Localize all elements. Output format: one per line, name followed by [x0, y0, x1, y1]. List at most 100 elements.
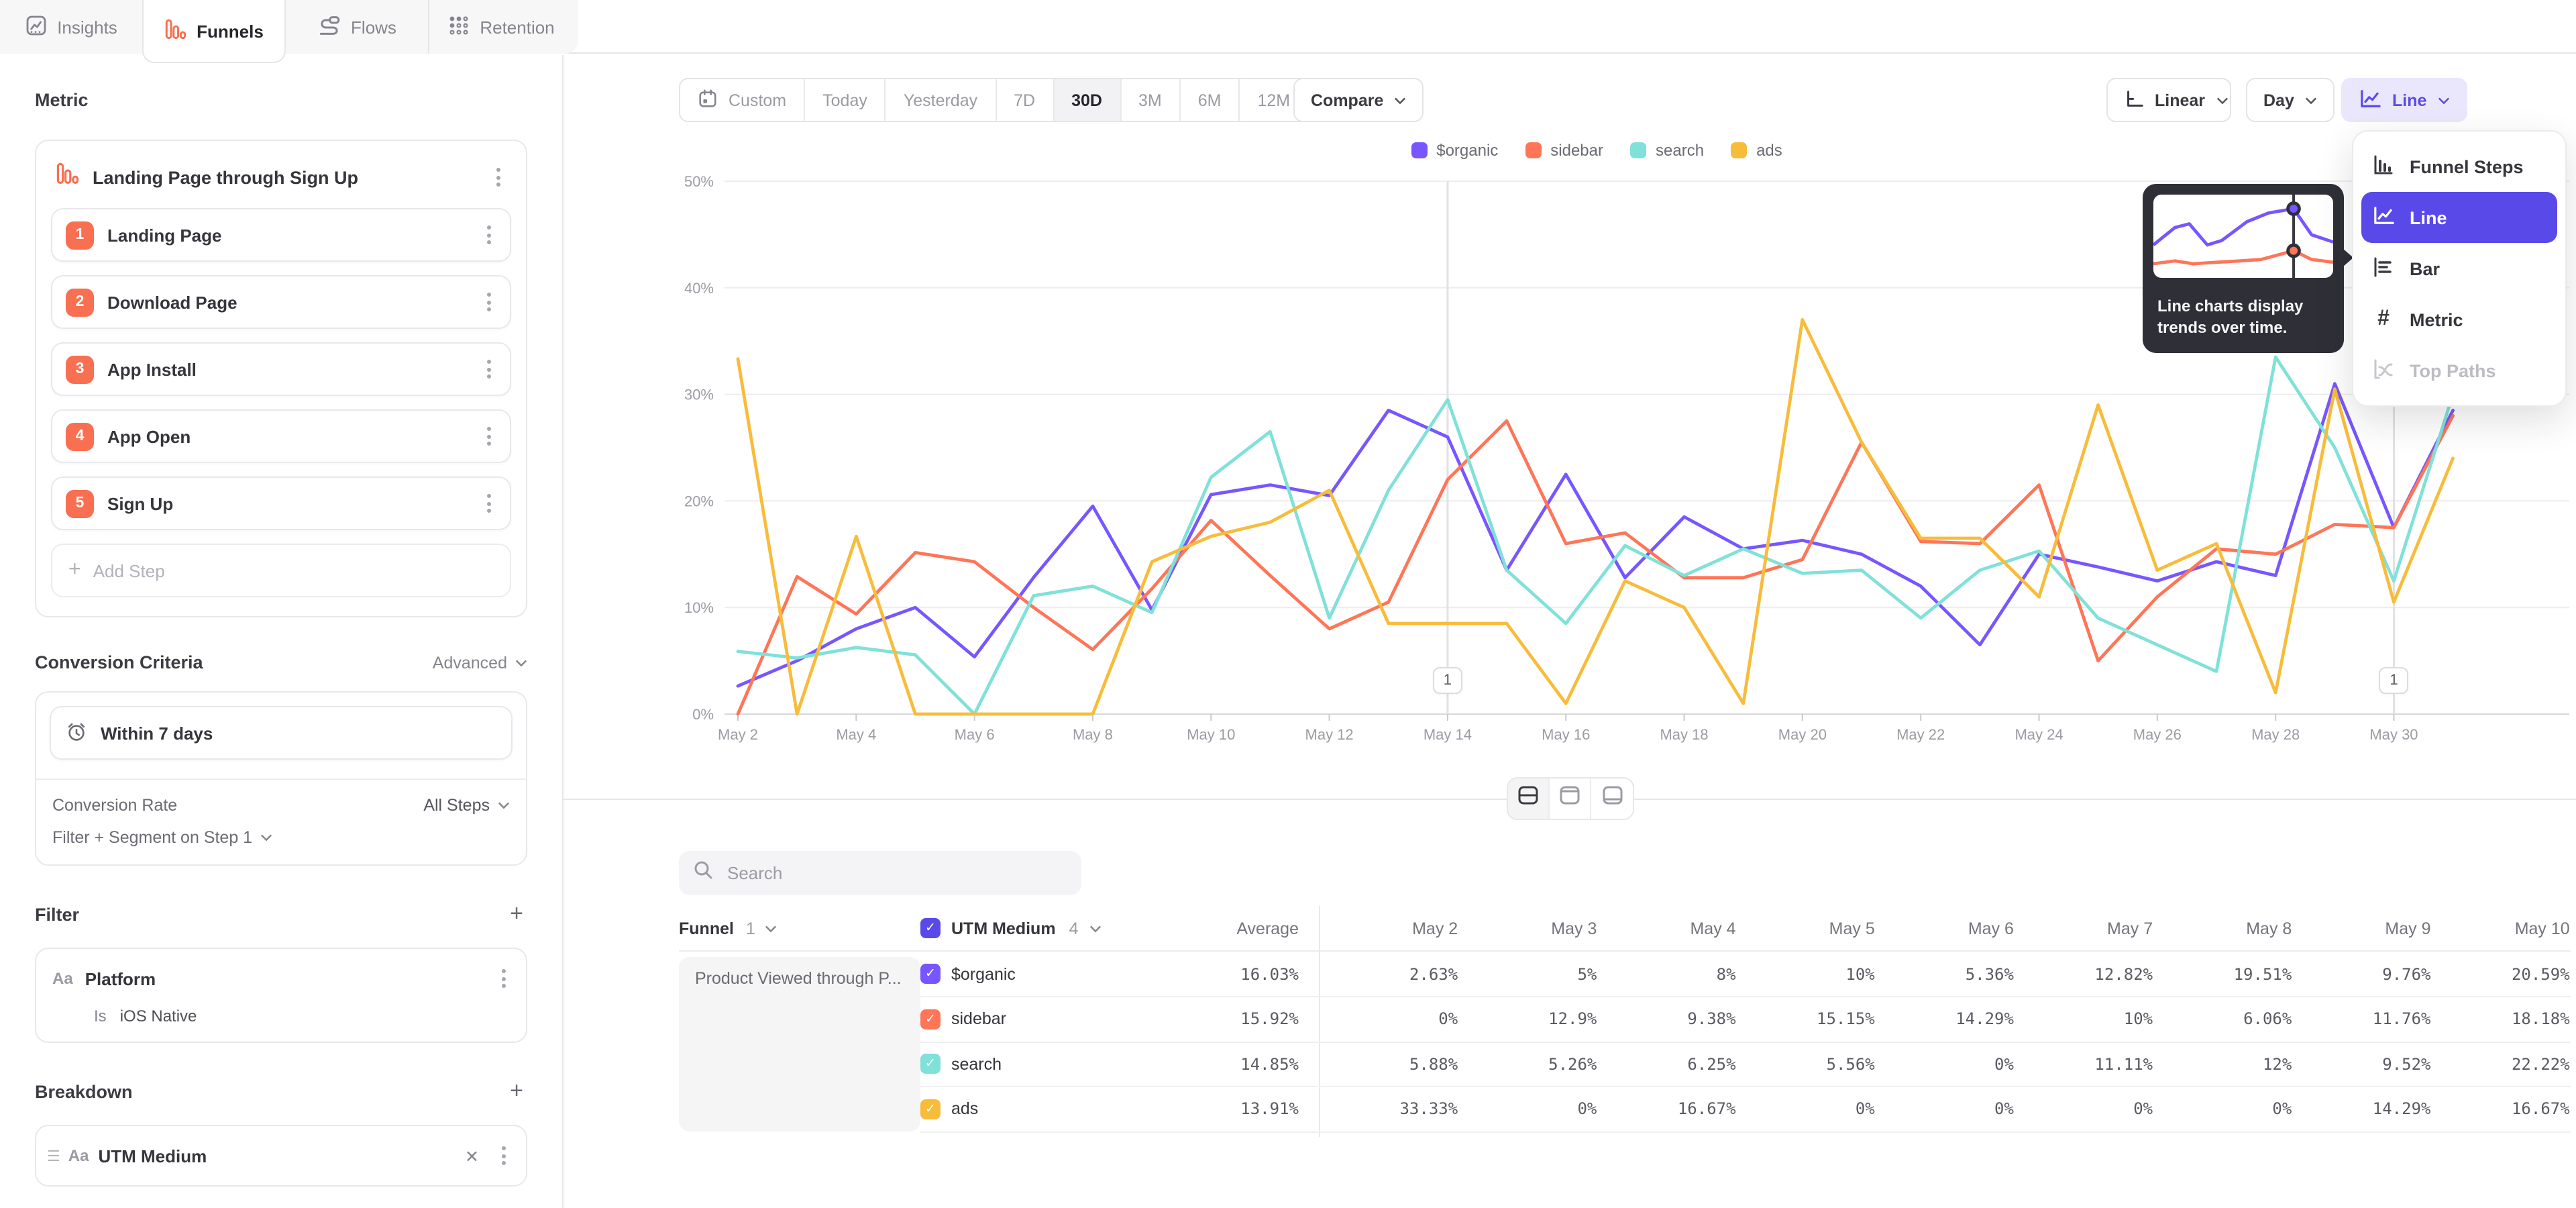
table-only-view-button[interactable]: [1591, 778, 1633, 819]
chart-only-view-icon: [1559, 785, 1580, 812]
series-line-ads[interactable]: [738, 319, 2453, 714]
filter-segment-dropdown[interactable]: Filter + Segment on Step 1: [52, 828, 510, 847]
split-view-button[interactable]: [1508, 778, 1550, 819]
select-all-checkbox[interactable]: ✓: [920, 918, 941, 938]
chart-type-dropdown[interactable]: Line: [2341, 78, 2467, 122]
menu-item-label: Top Paths: [2410, 360, 2496, 381]
breakdown-property-name[interactable]: UTM Medium: [98, 1146, 447, 1166]
legend-item[interactable]: sidebar: [1525, 141, 1603, 160]
day-column-header[interactable]: May 3: [1458, 919, 1597, 938]
funnel-step-row[interactable]: 2Download Page: [51, 275, 511, 329]
table-row[interactable]: ✓ads13.91%33.33%0%16.67%0%0%0%0%14.29%16…: [920, 1087, 2571, 1132]
day-value-cell: 12.9%: [1458, 1010, 1597, 1029]
step-kebab-menu[interactable]: [482, 489, 496, 518]
tab-flows[interactable]: Flows: [286, 0, 429, 54]
legend-item[interactable]: search: [1630, 141, 1704, 160]
step-kebab-menu[interactable]: [482, 287, 496, 317]
table-search[interactable]: [679, 851, 1081, 895]
day-value-cell: 9.52%: [2292, 1055, 2430, 1074]
filter-value[interactable]: iOS Native: [120, 1007, 197, 1025]
step-kebab-menu[interactable]: [482, 220, 496, 250]
metric-card-header[interactable]: Landing Page through Sign Up: [51, 154, 511, 208]
row-series-cell: ✓sidebar: [920, 1009, 1148, 1029]
day-column-header[interactable]: May 5: [1736, 919, 1875, 938]
interval-dropdown[interactable]: Day: [2246, 78, 2334, 122]
tab-funnels[interactable]: Funnels: [142, 0, 286, 63]
scale-dropdown[interactable]: Linear: [2106, 78, 2231, 122]
tab-insights[interactable]: Insights: [0, 0, 144, 54]
funnel-step-row[interactable]: 5Sign Up: [51, 476, 511, 530]
range-30d[interactable]: 30D: [1054, 79, 1121, 121]
annotation-badge[interactable]: 1: [1433, 667, 1462, 694]
chart-only-view-button[interactable]: [1550, 778, 1591, 819]
day-column-header[interactable]: May 4: [1597, 919, 1735, 938]
menu-item-top-paths[interactable]: Top Paths: [2353, 345, 2565, 396]
menu-item-line[interactable]: Line: [2361, 192, 2557, 243]
advanced-dropdown[interactable]: Advanced: [433, 653, 527, 672]
add-filter-button[interactable]: +: [506, 901, 527, 927]
day-column-header[interactable]: May 6: [1875, 919, 2014, 938]
day-column-header[interactable]: May 8: [2153, 919, 2292, 938]
annotation-badge[interactable]: 1: [2379, 667, 2408, 694]
row-series-cell: ✓ads: [920, 1099, 1148, 1119]
range-3m[interactable]: 3M: [1121, 79, 1181, 121]
svg-text:May 14: May 14: [1424, 726, 1472, 743]
add-step-button[interactable]: + Add Step: [51, 544, 511, 597]
filter-property-name[interactable]: Platform: [85, 968, 484, 989]
range-today[interactable]: Today: [805, 79, 886, 121]
scale-label: Linear: [2155, 91, 2205, 109]
day-column-header[interactable]: May 10: [2431, 919, 2570, 938]
all-steps-dropdown[interactable]: All Steps: [423, 796, 510, 815]
day-column-header[interactable]: May 2: [1319, 919, 1458, 938]
range-custom[interactable]: Custom: [680, 79, 805, 121]
legend-item[interactable]: $organic: [1411, 141, 1498, 160]
range-label: 6M: [1198, 91, 1222, 109]
step-kebab-menu[interactable]: [482, 421, 496, 451]
range-yesterday[interactable]: Yesterday: [886, 79, 996, 121]
compare-button[interactable]: Compare: [1293, 78, 1424, 122]
step-number-badge: 4: [66, 422, 94, 450]
svg-text:May 12: May 12: [1305, 726, 1354, 743]
funnel-step-row[interactable]: 4App Open: [51, 409, 511, 463]
table-row[interactable]: ✓$organic16.03%2.63%5%8%10%5.36%12.82%19…: [920, 952, 2571, 997]
legend-item[interactable]: ads: [1731, 141, 1782, 160]
funnel-group-cell[interactable]: Product Viewed through P...: [679, 957, 920, 1131]
day-column-header[interactable]: May 9: [2292, 919, 2430, 938]
breakdown-kebab-menu[interactable]: [496, 1141, 511, 1170]
day-column-header[interactable]: May 7: [2014, 919, 2153, 938]
step-kebab-menu[interactable]: [482, 354, 496, 384]
day-value-cell: 12%: [2153, 1055, 2292, 1074]
filter-kebab-menu[interactable]: [496, 964, 511, 993]
menu-item-bar[interactable]: Bar: [2353, 243, 2565, 294]
range-6m[interactable]: 6M: [1181, 79, 1240, 121]
funnel-column-header[interactable]: Funnel 1: [679, 919, 920, 938]
row-checkbox[interactable]: ✓: [920, 1009, 941, 1029]
add-breakdown-button[interactable]: +: [506, 1078, 527, 1105]
line-chart-icon: [2359, 88, 2381, 112]
series-line-search[interactable]: [738, 357, 2453, 714]
drag-handle-icon[interactable]: ☰: [47, 1147, 59, 1164]
compare-label: Compare: [1311, 91, 1383, 109]
conversion-window-row[interactable]: Within 7 days: [50, 706, 513, 760]
funnel-step-row[interactable]: 1Landing Page: [51, 208, 511, 262]
metric-kebab-menu[interactable]: [491, 162, 506, 192]
table-row[interactable]: ✓search14.85%5.88%5.26%6.25%5.56%0%11.11…: [920, 1042, 2571, 1087]
table-row[interactable]: ✓sidebar15.92%0%12.9%9.38%15.15%14.29%10…: [920, 997, 2571, 1042]
legend-label: sidebar: [1550, 141, 1603, 160]
row-checkbox[interactable]: ✓: [920, 964, 941, 985]
remove-breakdown-icon[interactable]: ✕: [457, 1143, 487, 1168]
funnel-step-row[interactable]: 3App Install: [51, 342, 511, 396]
row-checkbox[interactable]: ✓: [920, 1099, 941, 1119]
range-7d[interactable]: 7D: [996, 79, 1054, 121]
step-number-badge: 1: [66, 221, 94, 249]
tab-retention[interactable]: Retention: [429, 0, 573, 54]
breakdown-column-header[interactable]: ✓ UTM Medium 4: [920, 918, 1148, 938]
search-input[interactable]: [724, 862, 1060, 885]
menu-item-funnel-steps[interactable]: Funnel Steps: [2353, 141, 2565, 192]
table-header-row: Funnel 1 ✓ UTM Medium 4 Average May 2May…: [679, 906, 2571, 952]
average-column-header[interactable]: Average: [1148, 919, 1299, 938]
day-value-cell: 9.38%: [1597, 1010, 1735, 1029]
filter-operator[interactable]: Is: [94, 1007, 107, 1025]
row-checkbox[interactable]: ✓: [920, 1054, 941, 1074]
menu-item-metric[interactable]: # Metric: [2353, 294, 2565, 345]
